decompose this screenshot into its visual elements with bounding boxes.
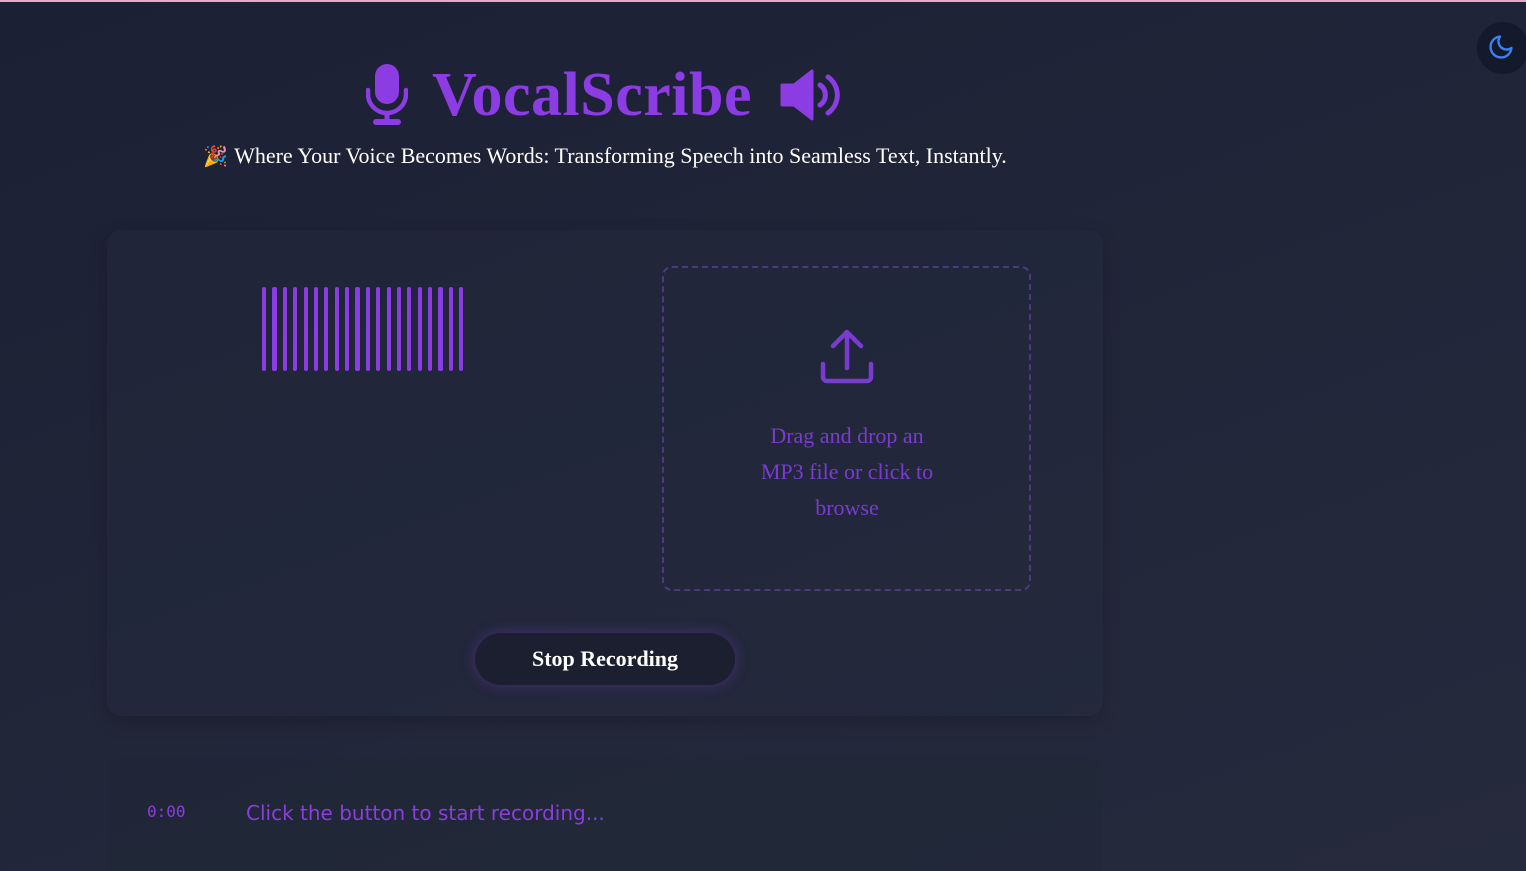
- waveform-bar: [448, 287, 453, 371]
- dropzone-instructions: Drag and drop an MP3 file or click to br…: [740, 418, 954, 526]
- app-subtitle: 🎉 Where Your Voice Becomes Words: Transfo…: [100, 141, 1110, 171]
- subtitle-text: Where Your Voice Becomes Words: Transfor…: [234, 143, 1007, 168]
- audio-waveform: [262, 287, 464, 371]
- waveform-bar: [428, 287, 433, 371]
- top-accent-line: [0, 0, 1526, 2]
- waveform-bar: [365, 287, 370, 371]
- waveform-bar: [438, 287, 443, 371]
- waveform-bar: [345, 287, 350, 371]
- party-popper-emoji: 🎉: [203, 144, 229, 168]
- status-message: Click the button to start recording...: [246, 801, 605, 825]
- stop-recording-button[interactable]: Stop Recording: [475, 633, 735, 685]
- waveform-bar: [386, 287, 391, 371]
- speaker-volume-icon: [780, 69, 844, 121]
- waveform-bar: [417, 287, 422, 371]
- waveform-bar: [282, 287, 287, 371]
- title-row: VocalScribe: [100, 55, 1110, 135]
- waveform-bar: [262, 287, 267, 371]
- waveform-bar: [407, 287, 412, 371]
- recording-timer: 0:00: [147, 802, 186, 821]
- waveform-bar: [272, 287, 277, 371]
- dropzone-line-3: browse: [815, 495, 879, 520]
- waveform-bar: [313, 287, 319, 371]
- waveform-bar: [396, 287, 402, 371]
- upload-icon: [818, 328, 876, 386]
- waveform-bar: [355, 287, 360, 371]
- app-title: VocalScribe: [431, 61, 753, 129]
- waveform-bar: [459, 287, 464, 371]
- dropzone-line-2: MP3 file or click to: [760, 459, 934, 484]
- app-header: VocalScribe 🎉 Where Your Voice Becomes Wo…: [100, 55, 1110, 180]
- waveform-bar: [334, 287, 339, 371]
- dropzone-line-1: Drag and drop an: [770, 423, 924, 448]
- theme-toggle-button[interactable]: [1477, 22, 1526, 74]
- moon-icon: [1487, 33, 1515, 64]
- waveform-bar: [293, 287, 298, 371]
- waveform-bar: [303, 287, 308, 371]
- microphone-icon: [365, 64, 408, 126]
- waveform-bar: [324, 287, 329, 371]
- waveform-bar: [376, 287, 381, 371]
